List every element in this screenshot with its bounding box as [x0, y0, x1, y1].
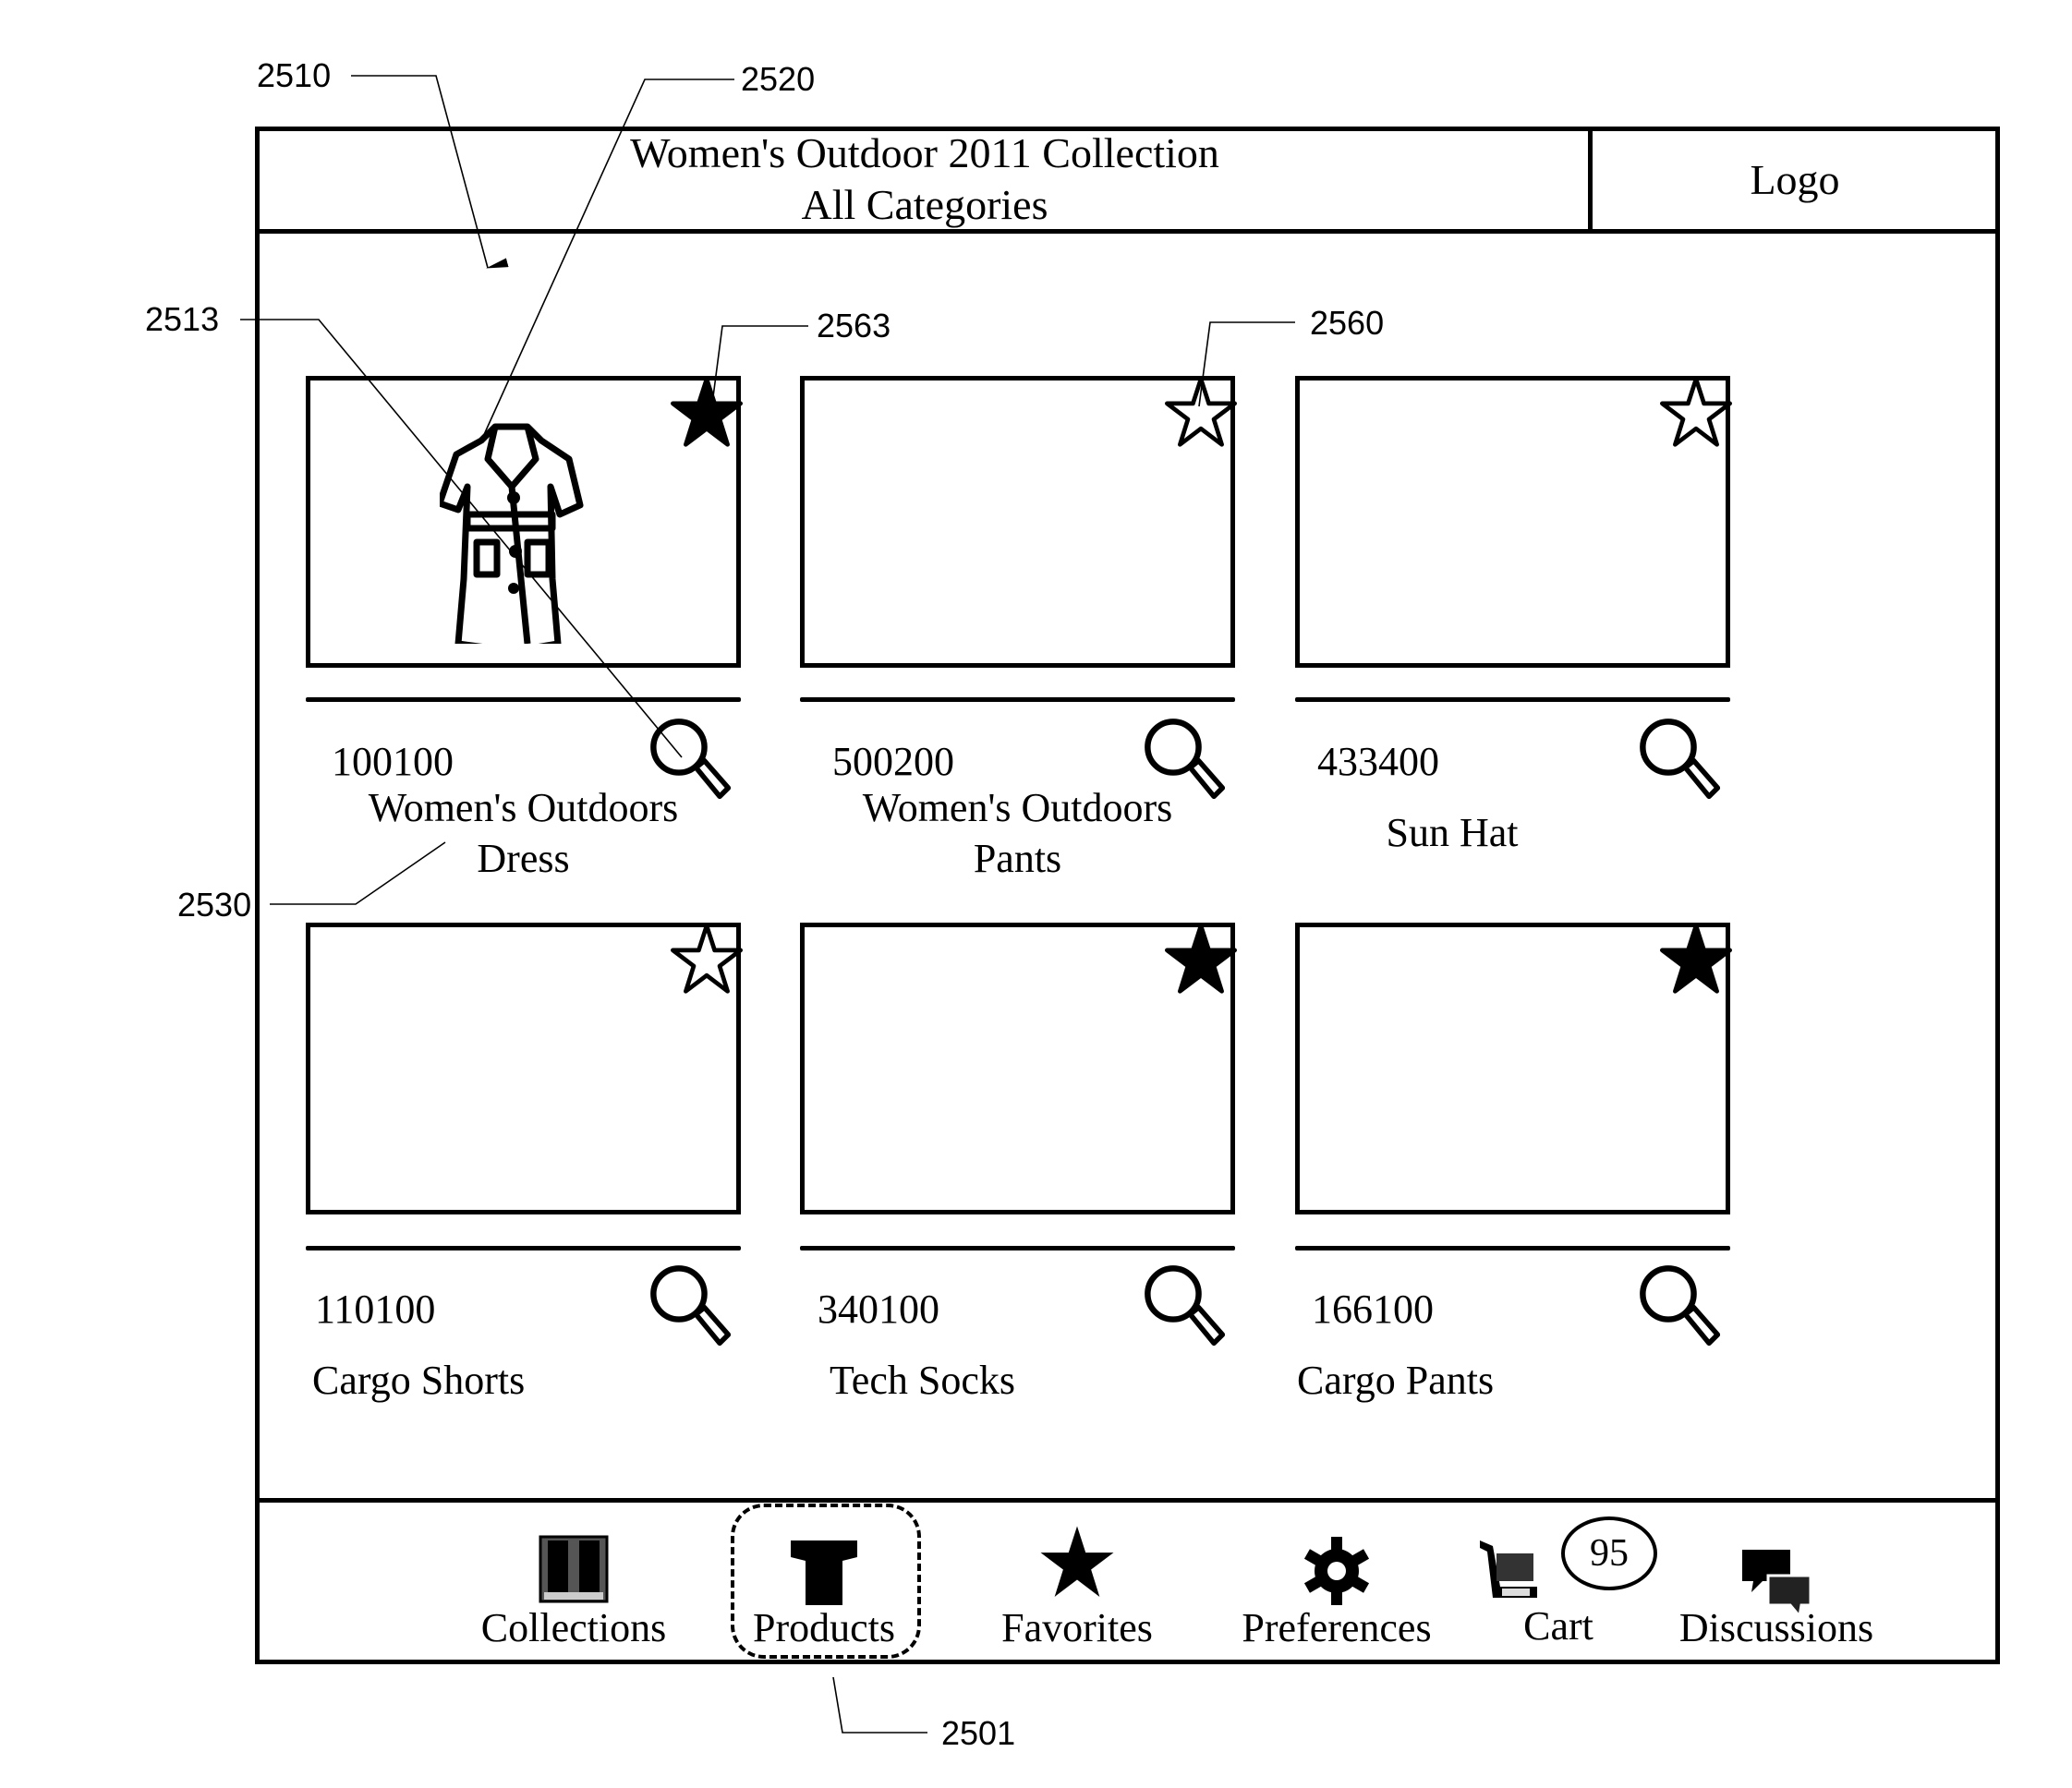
- annotation-2560: 2560: [1310, 304, 1385, 342]
- product-name[interactable]: Cargo Pants: [1297, 1356, 1494, 1406]
- product-name[interactable]: Tech Socks: [830, 1356, 1015, 1406]
- dress-icon: [440, 423, 584, 644]
- book-icon: [539, 1535, 609, 1603]
- card-divider: [306, 697, 741, 702]
- zoom-magnifier-icon[interactable]: [1141, 1262, 1226, 1347]
- card-divider: [800, 1246, 1235, 1250]
- nav-label: Favorites: [1001, 1605, 1153, 1650]
- nav-item-discussions[interactable]: Discussions: [1675, 1524, 1878, 1653]
- annotation-2520: 2520: [741, 60, 816, 98]
- card-divider: [800, 697, 1235, 702]
- product-image[interactable]: [1295, 923, 1733, 1214]
- card-divider: [306, 1246, 741, 1250]
- product-name[interactable]: Women's Outdoors: [306, 783, 741, 833]
- favorite-star-icon[interactable]: [670, 377, 744, 449]
- favorite-star-outline-icon[interactable]: [1659, 377, 1733, 449]
- card-divider: [1295, 1246, 1730, 1250]
- product-image[interactable]: [306, 376, 744, 668]
- product-name-line2[interactable]: Dress: [306, 834, 741, 884]
- nav-item-preferences[interactable]: Preferences: [1235, 1524, 1438, 1653]
- leader-2501: [832, 1676, 927, 1734]
- product-name[interactable]: Women's Outdoors: [800, 783, 1235, 833]
- product-image[interactable]: [800, 376, 1238, 668]
- zoom-magnifier-icon[interactable]: [1636, 715, 1721, 800]
- nav-item-collections[interactable]: Collections: [472, 1524, 675, 1653]
- product-sku: 500200: [832, 739, 954, 784]
- app-frame: [255, 127, 2000, 1664]
- annotation-2510: 2510: [257, 56, 332, 94]
- nav-label: Discussions: [1678, 1605, 1874, 1650]
- nav-item-favorites[interactable]: Favorites: [975, 1524, 1179, 1653]
- product-name[interactable]: Sun Hat: [1295, 808, 1609, 858]
- nav-divider: [255, 1498, 2000, 1503]
- tshirt-icon: [791, 1540, 857, 1605]
- annotation-2563: 2563: [817, 307, 891, 344]
- collection-title: Women's Outdoor 2011 Collection: [630, 129, 1219, 176]
- nav-item-cart[interactable]: 95 Cart: [1457, 1516, 1660, 1653]
- product-sku: 166100: [1312, 1287, 1434, 1332]
- annotation-2530: 2530: [177, 886, 252, 924]
- gear-icon: [1303, 1537, 1370, 1605]
- cart-count-badge: 95: [1561, 1516, 1657, 1590]
- category-subtitle[interactable]: All Categories: [260, 179, 1590, 231]
- product-sku: 110100: [315, 1287, 436, 1332]
- annotation-2501: 2501: [941, 1714, 1016, 1752]
- product-name-line2[interactable]: Pants: [800, 834, 1235, 884]
- nav-item-products[interactable]: Products: [722, 1524, 926, 1653]
- favorite-star-icon[interactable]: [1659, 924, 1733, 996]
- product-image[interactable]: [306, 923, 744, 1214]
- annotation-2513: 2513: [145, 300, 220, 338]
- product-sku: 100100: [332, 739, 454, 784]
- zoom-magnifier-icon[interactable]: [1636, 1262, 1721, 1347]
- favorite-star-outline-icon[interactable]: [670, 924, 744, 996]
- product-image[interactable]: [800, 923, 1238, 1214]
- star-icon: [1040, 1526, 1114, 1597]
- product-sku: 340100: [818, 1287, 939, 1332]
- product-image[interactable]: [1295, 376, 1733, 668]
- logo: Logo: [1750, 156, 1840, 203]
- nav-label: Collections: [480, 1605, 667, 1650]
- product-name[interactable]: Cargo Shorts: [312, 1356, 525, 1406]
- cart-icon: [1480, 1540, 1537, 1598]
- card-divider: [1295, 697, 1730, 702]
- product-sku: 433400: [1317, 739, 1439, 784]
- zoom-magnifier-icon[interactable]: [647, 1262, 732, 1347]
- favorite-star-icon[interactable]: [1164, 924, 1238, 996]
- favorite-star-outline-icon[interactable]: [1164, 377, 1238, 449]
- nav-label: Products: [753, 1605, 895, 1650]
